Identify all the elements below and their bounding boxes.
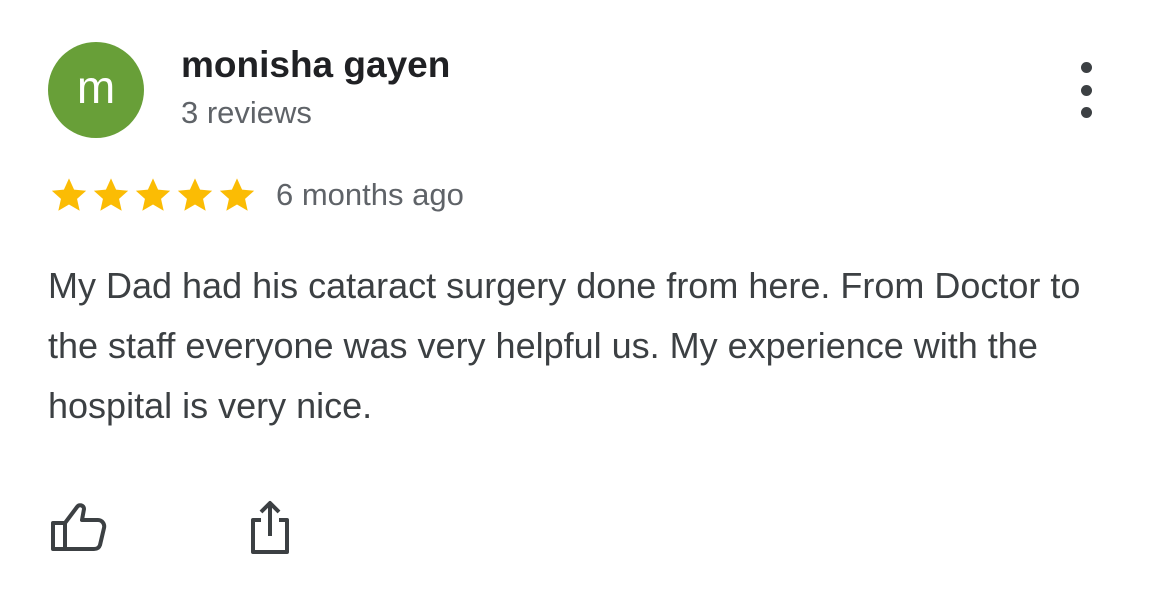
star-icon xyxy=(51,178,87,211)
star-icon xyxy=(177,178,213,211)
review-count[interactable]: 3 reviews xyxy=(181,95,312,131)
star-rating xyxy=(48,174,258,216)
more-vert-icon-dot xyxy=(1080,107,1092,118)
more-options-button[interactable] xyxy=(1066,62,1106,118)
reviewer-name[interactable]: monisha gayen xyxy=(181,44,450,86)
rating-row: 6 months ago xyxy=(48,172,464,218)
star-icon xyxy=(93,178,129,211)
avatar-initial: m xyxy=(76,61,116,113)
star-icon xyxy=(135,178,171,211)
like-button[interactable] xyxy=(46,495,110,559)
review-date: 6 months ago xyxy=(276,177,464,212)
more-vert-icon-dot xyxy=(1080,84,1092,96)
thumb-up-icon xyxy=(51,503,107,551)
share-icon xyxy=(251,501,289,554)
star-icon xyxy=(219,178,255,211)
avatar[interactable]: m xyxy=(48,42,144,138)
more-vert-icon-dot xyxy=(1080,62,1092,73)
review-text: My Dad had his cataract surgery done fro… xyxy=(48,265,1081,426)
share-button[interactable] xyxy=(238,495,302,559)
